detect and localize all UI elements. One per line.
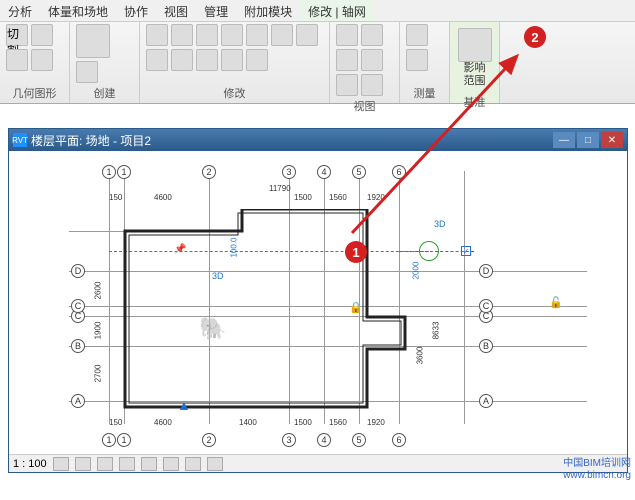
annotation-2: 2 — [524, 26, 546, 48]
cut-button[interactable]: 切割 — [6, 24, 28, 46]
drawing-canvas[interactable]: 3D 3D ✓ 1 1 2 3 4 5 6 1 1 2 3 4 5 6 A B … — [9, 151, 627, 454]
rotate-icon[interactable] — [146, 49, 168, 71]
dim-top-3: 11790 — [269, 184, 291, 193]
bubble-1b-bot[interactable]: 1 — [117, 433, 131, 447]
bubble-5-bot[interactable]: 5 — [352, 433, 366, 447]
delete-icon[interactable] — [246, 49, 268, 71]
close-button[interactable]: ✕ — [601, 132, 623, 148]
document-titlebar[interactable]: RVT 楼层平面: 场地 - 项目2 — □ ✕ — [9, 129, 627, 151]
mirror-icon[interactable] — [196, 24, 218, 46]
tab-modify-grid[interactable]: 修改 | 轴网 — [300, 0, 374, 21]
watermark-logo: 🐘 — [199, 316, 226, 342]
menu-tabs: 分析 体量和场地 协作 视图 管理 附加模块 修改 | 轴网 — [0, 0, 635, 22]
dim-bot-5: 1560 — [329, 418, 347, 427]
dim-top-2: 4600 — [154, 193, 172, 202]
bubble-2-top[interactable]: 2 — [202, 165, 216, 179]
status-btn-2[interactable] — [75, 457, 91, 471]
dim-left-1: 2700 — [93, 365, 102, 383]
pin-icon[interactable] — [221, 49, 243, 71]
bubble-1-bot[interactable]: 1 — [102, 433, 116, 447]
dim-bot-2: 4600 — [154, 418, 172, 427]
pin-icon-1[interactable]: 📌 — [174, 244, 186, 255]
tab-view[interactable]: 视图 — [156, 0, 196, 21]
viewbtn-1[interactable] — [336, 24, 358, 46]
bubble-1b-top[interactable]: 1 — [117, 165, 131, 179]
geom-icon[interactable] — [31, 49, 53, 71]
bubble-3-top[interactable]: 3 — [282, 165, 296, 179]
status-btn-1[interactable] — [53, 457, 69, 471]
bubble-cb-left[interactable]: C — [71, 299, 85, 313]
status-btn-5[interactable] — [141, 457, 157, 471]
group-create-label: 创建 — [76, 83, 133, 101]
lock-icon-2[interactable]: 🔓 — [549, 296, 563, 309]
dim-bot-6: 1920 — [367, 418, 385, 427]
tab-addins[interactable]: 附加模块 — [236, 0, 300, 21]
minimize-button[interactable]: — — [553, 132, 575, 148]
grid-drag-handle[interactable] — [419, 241, 439, 261]
rvt-icon: RVT — [13, 133, 27, 147]
bubble-b-left[interactable]: B — [71, 339, 85, 353]
bubble-d-right[interactable]: D — [479, 264, 493, 278]
scale-icon[interactable] — [196, 49, 218, 71]
group-geometry-label: 几何图形 — [6, 83, 63, 101]
scale-label[interactable]: 1 : 100 — [13, 458, 47, 470]
annotation-arrow — [342, 48, 532, 238]
clip-icon[interactable] — [31, 24, 53, 46]
bubble-d-left[interactable]: D — [71, 264, 85, 278]
bubble-4-top[interactable]: 4 — [317, 165, 331, 179]
bubble-6-bot[interactable]: 6 — [392, 433, 406, 447]
lock-icon-1[interactable]: 🔒 — [349, 301, 363, 314]
bubble-a-right[interactable]: A — [479, 394, 493, 408]
dim-bot-1: 150 — [109, 418, 122, 427]
dim-top-4: 1500 — [294, 193, 312, 202]
create-button[interactable] — [76, 24, 110, 58]
measure-icon[interactable] — [406, 24, 428, 46]
bubble-a-left[interactable]: A — [71, 394, 85, 408]
create-icon-2[interactable] — [76, 61, 98, 83]
dim-left-3: 2600 — [93, 282, 102, 300]
bubble-4-bot[interactable]: 4 — [317, 433, 331, 447]
split-icon[interactable] — [221, 24, 243, 46]
document-window: RVT 楼层平面: 场地 - 项目2 — □ ✕ 3 D 3 D ✓ — [8, 128, 628, 473]
group-modify-label: 修改 — [146, 83, 323, 101]
status-btn-4[interactable] — [119, 457, 135, 471]
trim-icon[interactable] — [246, 24, 268, 46]
align-icon[interactable] — [146, 24, 168, 46]
elevation-marker[interactable]: ▲ — [177, 397, 191, 413]
tab-collaborate[interactable]: 协作 — [116, 0, 156, 21]
dim-left-2: 1900 — [93, 322, 102, 340]
dim-100[interactable]: 100.0 — [230, 237, 239, 257]
bubble-3-bot[interactable]: 3 — [282, 433, 296, 447]
status-btn-6[interactable] — [163, 457, 179, 471]
dim-top-1: 150 — [109, 193, 122, 202]
tab-analysis[interactable]: 分析 — [0, 0, 40, 21]
viewbtn-2[interactable] — [361, 24, 383, 46]
tab-mass-site[interactable]: 体量和场地 — [40, 0, 116, 21]
copy-icon[interactable] — [171, 49, 193, 71]
dim-right-2: 8633 — [431, 322, 440, 340]
annotation-1: 1 — [345, 241, 367, 263]
move-icon[interactable] — [296, 24, 318, 46]
dim-right-1: 3600 — [415, 347, 424, 365]
dim-bot-4: 1500 — [294, 418, 312, 427]
dim-bot-3: 1400 — [239, 418, 257, 427]
bubble-cb-right[interactable]: C — [479, 299, 493, 313]
watermark-text: 中国BIM培训网 www.bimcn.org — [563, 458, 631, 482]
bubble-1-top[interactable]: 1 — [102, 165, 116, 179]
status-btn-3[interactable] — [97, 457, 113, 471]
bubble-2-bot[interactable]: 2 — [202, 433, 216, 447]
grid-bubble-toggle[interactable]: ✓ — [461, 246, 471, 256]
status-bar: 1 : 100 — [9, 454, 627, 472]
bubble-b-right[interactable]: B — [479, 339, 493, 353]
tab-manage[interactable]: 管理 — [196, 0, 236, 21]
array-icon[interactable] — [271, 24, 293, 46]
offset-icon[interactable] — [171, 24, 193, 46]
dim-2000: 2000 — [411, 262, 420, 280]
join-icon[interactable] — [6, 49, 28, 71]
maximize-button[interactable]: □ — [577, 132, 599, 148]
status-btn-7[interactable] — [185, 457, 201, 471]
status-btn-8[interactable] — [207, 457, 223, 471]
